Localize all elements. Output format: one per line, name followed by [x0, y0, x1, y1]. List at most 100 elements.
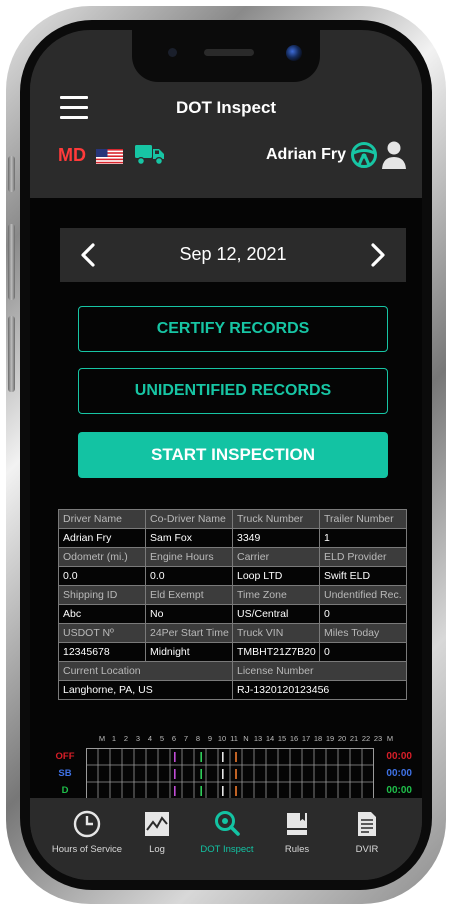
volume-down-button: [8, 316, 15, 392]
status-label: SB: [58, 768, 72, 779]
duty-grid: [86, 748, 374, 799]
table-cell: US/Central: [232, 604, 320, 624]
driver-info-table: Driver Name Co-Driver Name Truck Number Tra…: [58, 509, 407, 700]
front-camera: [286, 45, 302, 61]
status-time: 00:00: [386, 768, 412, 779]
table-cell: Truck Number: [232, 509, 320, 529]
location-header: Current Location: [58, 661, 233, 681]
table-cell: Driver Name: [58, 509, 146, 529]
table-cell: 3349: [232, 528, 320, 548]
table-row: Abc No US/Central 0: [58, 604, 407, 624]
table-cell: 1: [319, 528, 407, 548]
table-cell: Abc: [58, 604, 146, 624]
tab-label: DVIR: [355, 844, 379, 855]
hour-label: 1: [111, 734, 117, 743]
book-icon: [287, 813, 307, 835]
location-value: Langhorne, PA, US: [58, 680, 233, 700]
tab-label: Rules: [284, 844, 310, 855]
hour-label: M: [386, 734, 394, 743]
table-cell: Shipping ID: [58, 585, 146, 605]
page-title: DOT Inspect: [175, 98, 277, 117]
table-cell: Carrier: [232, 547, 320, 567]
date-navigator: Sep 12, 2021: [60, 228, 406, 282]
table-cell: Odometr (mi.): [58, 547, 146, 567]
tab-label: Hours of Service: [51, 844, 123, 855]
clock-icon: [73, 810, 101, 838]
table-cell: Loop LTD: [232, 566, 320, 586]
bottom-tab-bar: Hours of Service Log DOT Inspect Rules D…: [30, 798, 422, 880]
hour-label: 13: [253, 734, 263, 743]
hour-label: 20: [337, 734, 347, 743]
status-label: D: [61, 785, 69, 796]
unidentified-records-button[interactable]: UNIDENTIFIED RECORDS: [78, 368, 388, 414]
table-cell: 0: [319, 604, 407, 624]
hour-label: N: [243, 734, 249, 743]
app-screen: DOT Inspect MD Adrian Fry Sep 12, 2021 C…: [30, 30, 422, 880]
inspect-search-icon: [215, 811, 240, 836]
license-header: License Number: [232, 661, 407, 681]
table-cell: Miles Today: [319, 623, 407, 643]
hour-label: 21: [349, 734, 359, 743]
inspect-content: Sep 12, 2021 CERTIFY RECORDS UNIDENTIFIE…: [30, 198, 422, 799]
status-label: OFF: [55, 751, 75, 762]
country-code: MD: [58, 145, 86, 165]
hour-label: 7: [183, 734, 189, 743]
table-cell: Engine Hours: [145, 547, 233, 567]
table-cell: Trailer Number: [319, 509, 407, 529]
table-row: Driver Name Co-Driver Name Truck Number Tra…: [58, 509, 407, 529]
certify-records-button[interactable]: CERTIFY RECORDS: [78, 306, 388, 352]
table-cell: ELD Provider: [319, 547, 407, 567]
truck-icon: [135, 145, 164, 166]
table-cell: Midnight: [145, 642, 233, 662]
tab-dvir[interactable]: DVIR: [328, 798, 406, 862]
hour-label: M: [98, 734, 106, 743]
hour-label: 10: [217, 734, 227, 743]
tab-dot-inspect[interactable]: DOT Inspect: [188, 798, 266, 862]
log-chart-icon: [145, 812, 169, 836]
proximity-sensor: [168, 48, 177, 57]
earpiece-speaker: [204, 49, 254, 56]
table-row: 0.0 0.0 Loop LTD Swift ELD: [58, 566, 407, 586]
table-cell: Adrian Fry: [58, 528, 146, 548]
hour-label: 9: [207, 734, 213, 743]
chevron-right-icon[interactable]: [364, 242, 390, 268]
table-cell: Sam Fox: [145, 528, 233, 548]
tab-log[interactable]: Log: [118, 798, 196, 862]
table-cell: No: [145, 604, 233, 624]
steering-wheel-icon[interactable]: [350, 141, 378, 169]
hour-label: 11: [230, 734, 238, 743]
table-cell: USDOT Nº: [58, 623, 146, 643]
phone-notch: [132, 30, 320, 82]
driver-name: Adrian Fry: [265, 146, 346, 163]
tab-rules[interactable]: Rules: [258, 798, 336, 862]
tab-label: DOT Inspect: [200, 844, 254, 855]
status-time: 00:00: [386, 785, 412, 796]
hour-label: 16: [289, 734, 299, 743]
table-row: 12345678 Midnight TMBHT21Z7B20 0: [58, 642, 407, 662]
table-cell: Eld Exempt: [145, 585, 233, 605]
hour-label: 14: [265, 734, 275, 743]
tab-hours-of-service[interactable]: Hours of Service: [48, 798, 126, 862]
table-row: Current Location License Number: [58, 661, 407, 681]
user-icon[interactable]: [380, 140, 408, 170]
license-value: RJ-1320120123456: [232, 680, 407, 700]
document-icon: [358, 812, 376, 836]
hour-label: 15: [277, 734, 287, 743]
mute-switch: [8, 156, 15, 192]
table-cell: 24Per Start Time: [145, 623, 233, 643]
table-cell: Undentified Rec.: [319, 585, 407, 605]
duty-status-graph: M 1 2 3 4 5 6 7 8 9 10 11 N 13 14 15 16 17 18 19 20 21 22 23 M O…: [50, 734, 412, 799]
hour-label: 2: [123, 734, 129, 743]
table-row: Shipping ID Eld Exempt Time Zone Undentifie…: [58, 585, 407, 605]
hour-label: 4: [147, 734, 153, 743]
hour-label: 6: [171, 734, 177, 743]
start-inspection-button[interactable]: START INSPECTION: [78, 432, 388, 478]
hour-label: 8: [195, 734, 201, 743]
table-cell: 0.0: [145, 566, 233, 586]
hour-label: 19: [325, 734, 335, 743]
table-cell: 12345678: [58, 642, 146, 662]
volume-up-button: [8, 224, 15, 300]
table-cell: 0.0: [58, 566, 146, 586]
table-cell: Co-Driver Name: [145, 509, 233, 529]
table-row: USDOT Nº 24Per Start Time Truck VIN Miles T…: [58, 623, 407, 643]
